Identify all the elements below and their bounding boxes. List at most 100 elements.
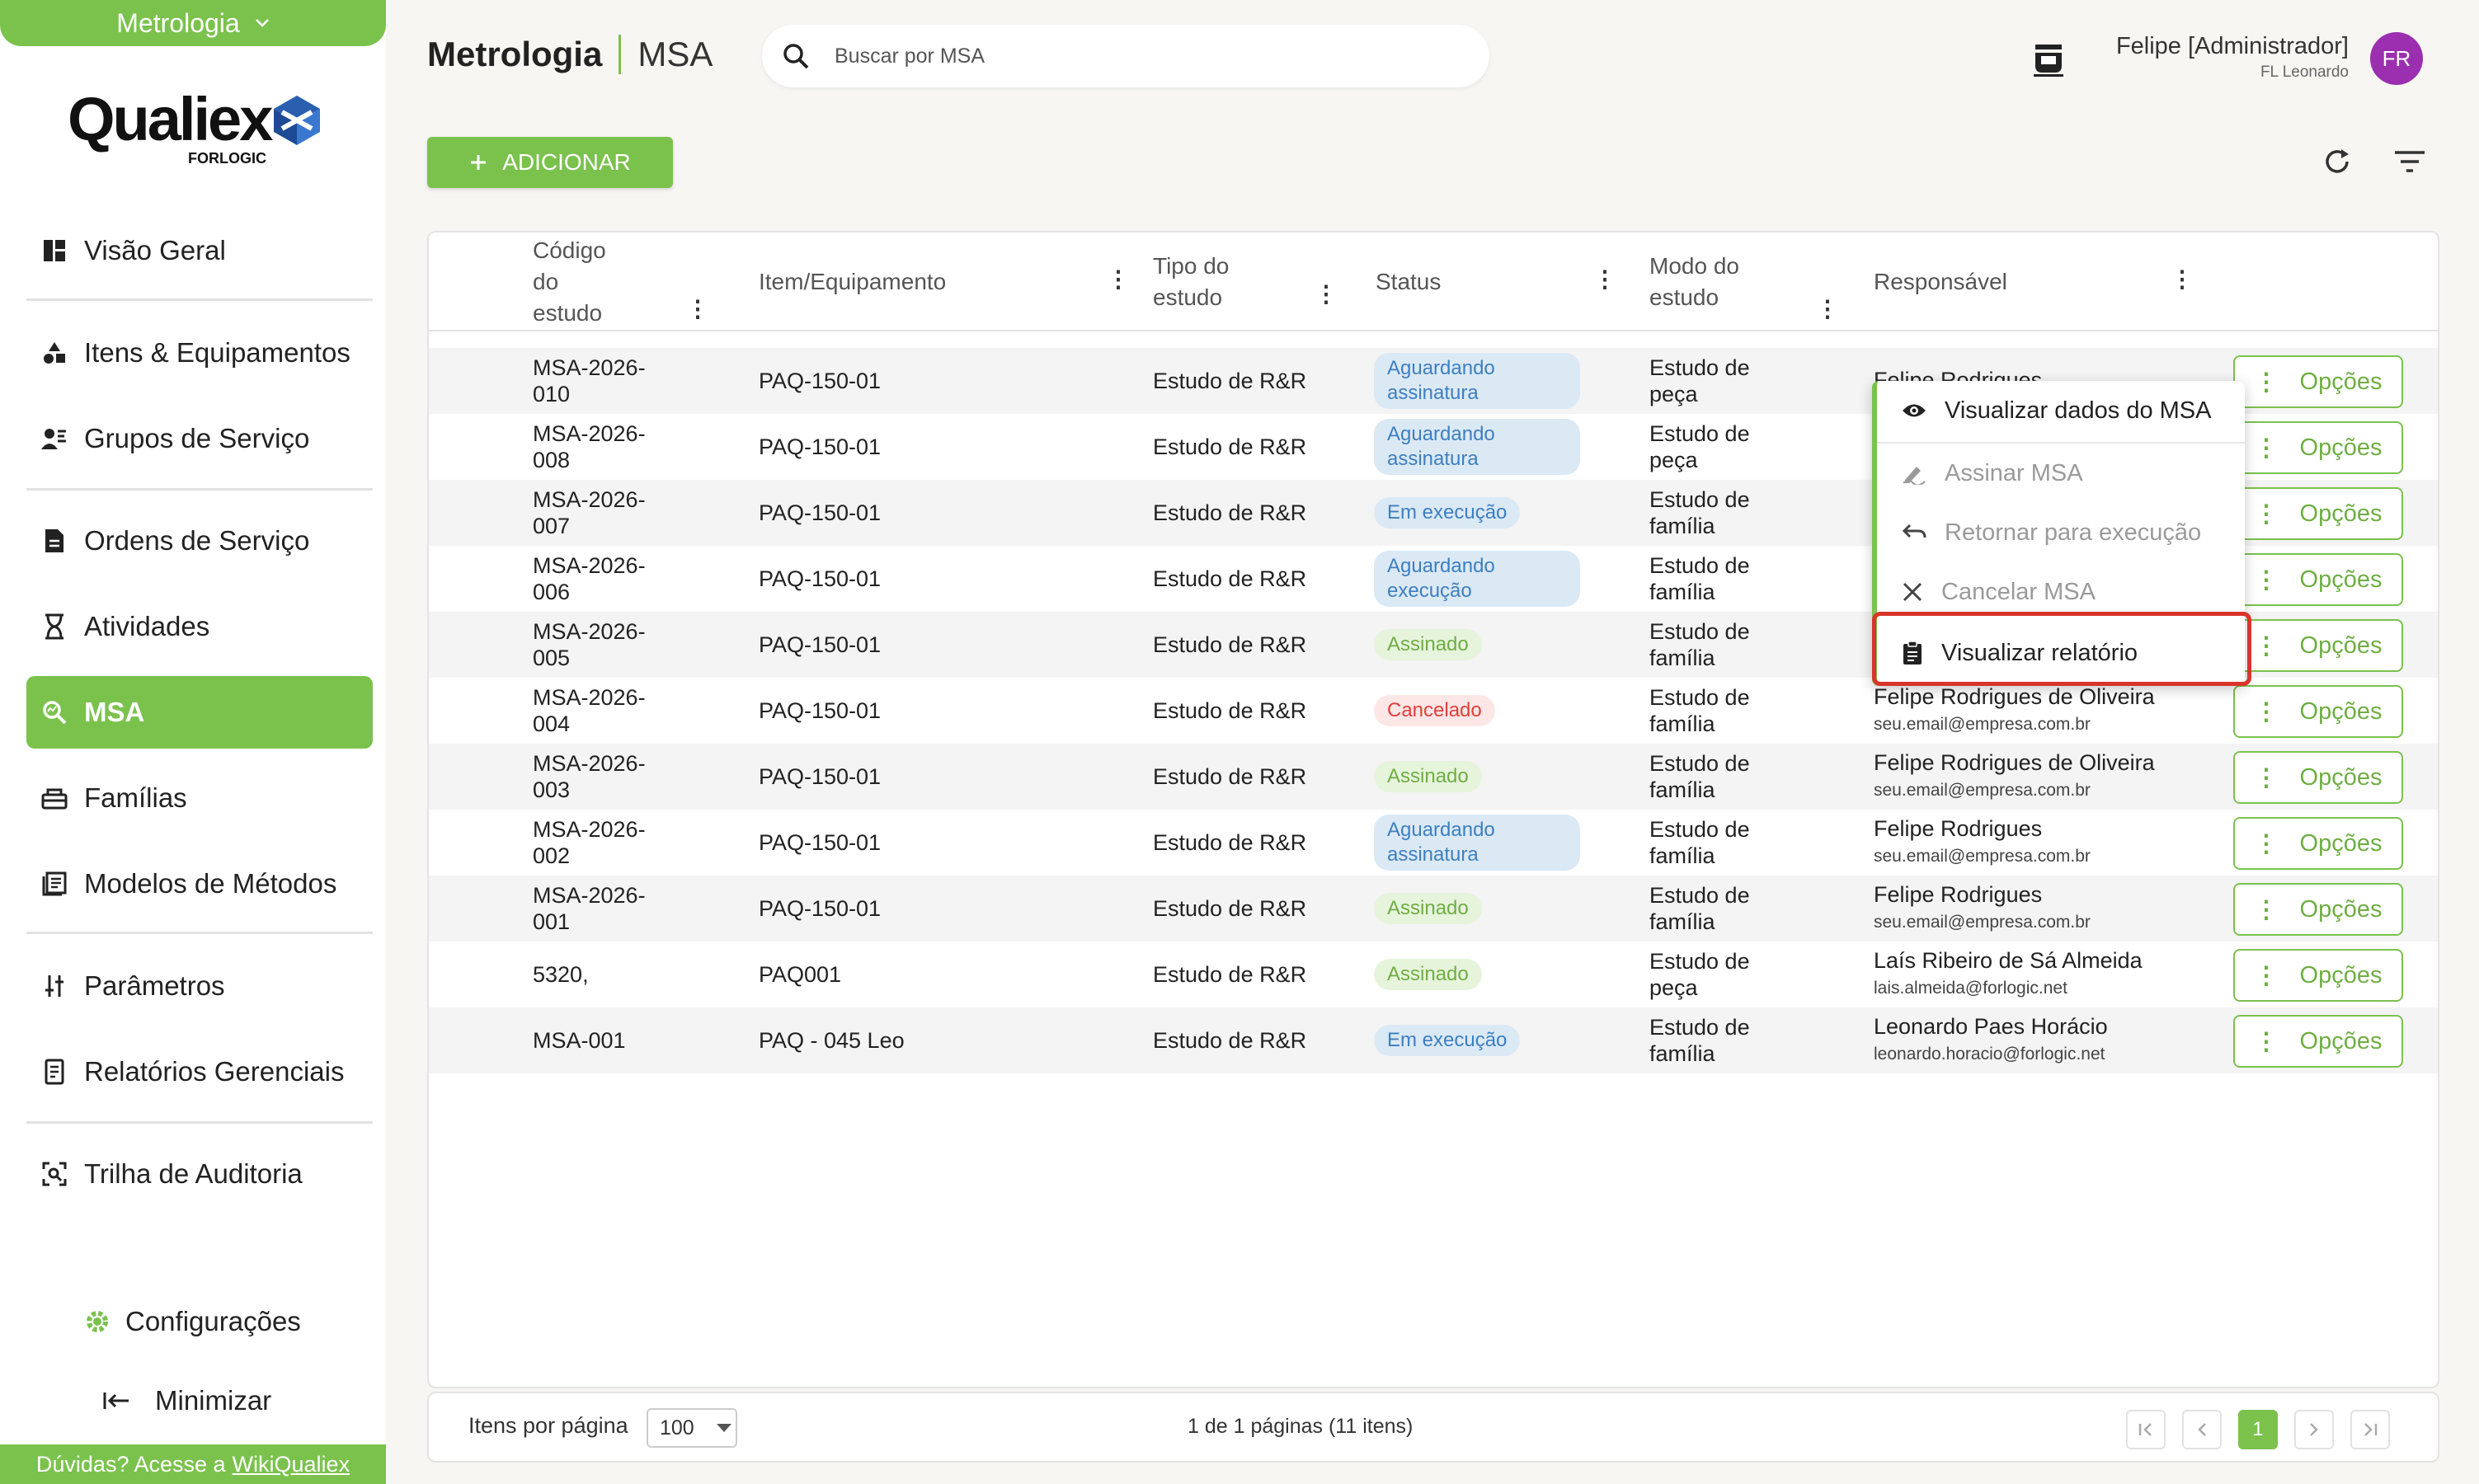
options-button[interactable]: ⋮ Opções: [2233, 355, 2403, 408]
responsavel-email: seu.email@empresa.com.br: [1874, 913, 2091, 932]
nav-label: Trilha de Auditoria: [84, 1158, 303, 1189]
nav-item-relatorios[interactable]: Relatórios Gerenciais: [26, 1036, 373, 1108]
options-label: Opções: [2299, 1027, 2383, 1054]
nav-item-parametros[interactable]: Parâmetros: [26, 950, 373, 1022]
sidebar: Metrologia Qualiex FORLOGIC Visão Geral …: [0, 0, 386, 1484]
search-input[interactable]: [835, 44, 1412, 68]
first-page-button[interactable]: [2126, 1410, 2166, 1449]
settings-link[interactable]: Configurações: [84, 1306, 301, 1337]
nav-item-trilha-auditoria[interactable]: Trilha de Auditoria: [26, 1138, 373, 1210]
add-button[interactable]: ADICIONAR: [427, 137, 673, 188]
nav-item-msa[interactable]: MSA: [26, 676, 373, 749]
options-button[interactable]: ⋮ Opções: [2233, 817, 2403, 870]
search-bar[interactable]: [762, 25, 1489, 87]
options-button[interactable]: ⋮ Opções: [2233, 949, 2403, 1002]
nav-item-ordens-servico[interactable]: Ordens de Serviço: [26, 505, 373, 577]
column-header-responsavel[interactable]: Responsável ⋮: [1874, 232, 2220, 331]
cell-type: Estudo de R&R: [1153, 369, 1307, 393]
group-icon: [40, 424, 69, 453]
wiki-link[interactable]: WikiQualiex: [233, 1452, 350, 1477]
cell-status: Aguardando assinatura: [1374, 414, 1605, 480]
settings-label: Configurações: [125, 1306, 301, 1336]
column-menu-icon[interactable]: ⋮: [1315, 279, 1338, 310]
cell-type: Estudo de R&R: [1153, 434, 1307, 459]
column-menu-icon[interactable]: ⋮: [1107, 264, 1130, 295]
last-page-button[interactable]: [2350, 1410, 2390, 1449]
column-header-codigo[interactable]: Código do estudo ⋮: [533, 232, 714, 331]
cell-status: Assinado: [1374, 612, 1605, 678]
options-button[interactable]: ⋮ Opções: [2233, 685, 2403, 738]
nav-divider: [26, 932, 373, 934]
options-button[interactable]: ⋮ Opções: [2233, 619, 2403, 672]
coffee-icon[interactable]: [2030, 41, 2067, 77]
user-company: FL Leonardo: [2260, 63, 2349, 81]
more-vertical-icon: ⋮: [2254, 500, 2279, 528]
column-header-status[interactable]: Status ⋮: [1376, 232, 1616, 331]
avatar[interactable]: FR: [2370, 32, 2423, 85]
options-button[interactable]: ⋮ Opções: [2233, 553, 2403, 606]
cell-item: PAQ-150-01: [759, 896, 882, 921]
options-button[interactable]: ⋮ Opções: [2233, 487, 2403, 540]
table-row[interactable]: MSA-2026-004 PAQ-150-01 Estudo de R&R Ca…: [429, 678, 2438, 744]
cell-mode: Estudo de família: [1649, 817, 1750, 868]
cell-status: Assinado: [1374, 744, 1605, 810]
column-menu-icon[interactable]: ⋮: [2171, 264, 2194, 295]
cell-type: Estudo de R&R: [1153, 500, 1307, 525]
next-page-button[interactable]: [2294, 1410, 2334, 1449]
nav-label: Relatórios Gerenciais: [84, 1056, 345, 1087]
chevron-right-icon: [2308, 1422, 2320, 1437]
column-header-item[interactable]: Item/Equipamento ⋮: [759, 232, 1130, 331]
nav-item-modelos-metodos[interactable]: Modelos de Métodos: [26, 848, 373, 920]
options-label: Opções: [2299, 632, 2383, 659]
options-button[interactable]: ⋮ Opções: [2233, 883, 2403, 936]
status-badge: Em execução: [1374, 1025, 1521, 1056]
per-page-select[interactable]: 100: [647, 1408, 737, 1448]
table-header: Código do estudo ⋮ Item/Equipamento ⋮ Ti…: [429, 232, 2438, 331]
help-text: Dúvidas? Acesse a: [35, 1451, 226, 1477]
column-header-tipo[interactable]: Tipo do estudo ⋮: [1153, 232, 1338, 331]
responsavel-name: Laís Ribeiro de Sá Almeida: [1874, 948, 2143, 973]
column-menu-icon[interactable]: ⋮: [1816, 294, 1839, 325]
cell-mode: Estudo de peça: [1649, 421, 1750, 472]
nav-item-familias[interactable]: Famílias: [26, 762, 373, 834]
status-badge: Assinado: [1374, 959, 1482, 990]
cell-mode: Estudo de família: [1649, 1015, 1750, 1066]
options-button[interactable]: ⋮ Opções: [2233, 421, 2403, 474]
prev-page-button[interactable]: [2182, 1410, 2222, 1449]
menu-label: Visualizar dados do MSA: [1945, 397, 2212, 424]
page-button-current[interactable]: 1: [2238, 1410, 2278, 1449]
per-page-value: 100: [660, 1416, 694, 1439]
cell-item: PAQ-150-01: [759, 369, 882, 393]
refresh-icon[interactable]: [2319, 143, 2355, 180]
filter-icon[interactable]: [2392, 143, 2428, 180]
nav-item-grupos-servico[interactable]: Grupos de Serviço: [26, 402, 373, 475]
chevron-down-icon: [255, 18, 270, 28]
column-menu-icon[interactable]: ⋮: [686, 294, 709, 325]
status-badge: Assinado: [1374, 629, 1482, 660]
report-icon: [40, 1057, 69, 1087]
table-row[interactable]: MSA-2026-001 PAQ-150-01 Estudo de R&R As…: [429, 876, 2438, 942]
cell-code: MSA-2026-006: [533, 553, 646, 604]
table-row[interactable]: 5320, PAQ001 Estudo de R&R Assinado Estu…: [429, 942, 2438, 1007]
table-row[interactable]: MSA-001 PAQ - 045 Leo Estudo de R&R Em e…: [429, 1007, 2438, 1073]
cell-status: Cancelado: [1374, 678, 1605, 744]
document-icon: [40, 526, 69, 556]
minimize-button[interactable]: Minimizar: [102, 1385, 271, 1416]
options-label: Opções: [2299, 697, 2383, 725]
shapes-icon: [40, 338, 69, 368]
column-menu-icon[interactable]: ⋮: [1593, 264, 1616, 295]
options-button[interactable]: ⋮ Opções: [2233, 751, 2403, 804]
menu-item-visualizar-dados[interactable]: Visualizar dados do MSA: [1877, 381, 2245, 440]
table-row[interactable]: MSA-2026-002 PAQ-150-01 Estudo de R&R Ag…: [429, 810, 2438, 876]
nav-item-itens-equipamentos[interactable]: Itens & Equipamentos: [26, 317, 373, 389]
user-info[interactable]: Felipe [Administrador] FL Leonardo: [2116, 33, 2349, 82]
highlight-box: [1872, 612, 2251, 686]
nav-item-visao-geral[interactable]: Visão Geral: [26, 214, 373, 287]
options-label: Opções: [2299, 566, 2383, 593]
table-row[interactable]: MSA-2026-003 PAQ-150-01 Estudo de R&R As…: [429, 744, 2438, 810]
options-button[interactable]: ⋮ Opções: [2233, 1015, 2403, 1068]
first-page-icon: [2138, 1422, 2154, 1437]
nav-item-atividades[interactable]: Atividades: [26, 590, 373, 663]
column-header-modo[interactable]: Modo do estudo ⋮: [1649, 232, 1839, 331]
module-switcher[interactable]: Metrologia: [0, 0, 386, 46]
